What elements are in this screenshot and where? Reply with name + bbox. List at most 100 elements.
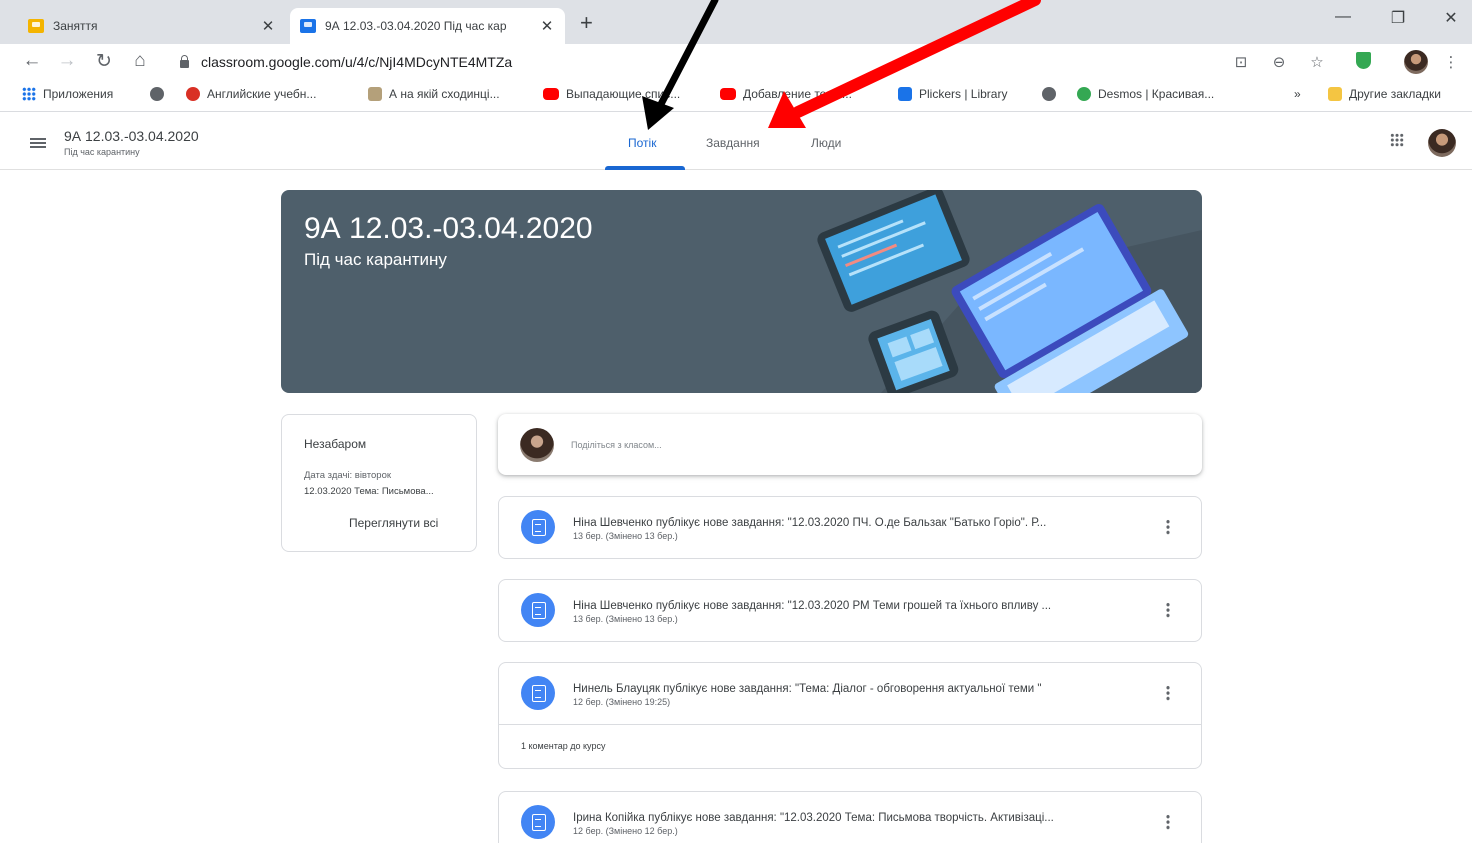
- bookmark-label: Plickers | Library: [919, 87, 1008, 101]
- bookmark-star-icon[interactable]: ☆: [1306, 53, 1328, 71]
- class-banner: 9А 12.03.-03.04.2020 Під час карантину: [281, 190, 1202, 393]
- stream-post[interactable]: Ірина Копійка публікує нове завдання: "1…: [498, 791, 1202, 843]
- bookmark-add-text[interactable]: Добавление текст...: [720, 87, 852, 101]
- post-date: 13 бер. (Змінено 13 бер.): [573, 614, 678, 624]
- bookmarks-overflow-button[interactable]: »: [1294, 87, 1301, 101]
- tab-close-icon[interactable]: ✕: [539, 17, 555, 35]
- assignment-icon: [521, 805, 555, 839]
- close-window-button[interactable]: ✕: [1436, 8, 1466, 28]
- upcoming-due: Дата здачі: вівторок: [304, 470, 392, 481]
- bookmark-globe-2[interactable]: [1042, 87, 1063, 101]
- upcoming-title: Незабаром: [304, 437, 367, 451]
- view-all-link[interactable]: Переглянути всі: [349, 516, 438, 530]
- globe-icon: [150, 87, 164, 101]
- post-title: Ірина Копійка публікує нове завдання: "1…: [573, 812, 1054, 824]
- browser-profile-avatar[interactable]: [1404, 50, 1428, 74]
- forward-arrow-icon[interactable]: →: [55, 50, 79, 72]
- post-title: Нинель Блауцяк публікує нове завдання: "…: [573, 683, 1042, 695]
- classroom-blue-icon: [300, 19, 316, 33]
- more-options-icon[interactable]: [1163, 519, 1173, 535]
- post-date: 12 бер. (Змінено 12 бер.): [573, 826, 678, 836]
- bookmark-label: Английские учебн...: [207, 87, 317, 101]
- url-text: classroom.google.com/u/4/c/NjI4MDcyNTE4M…: [201, 54, 513, 70]
- folder-icon: [1328, 87, 1342, 101]
- new-tab-button[interactable]: +: [580, 10, 593, 36]
- active-tab-indicator: [605, 166, 685, 170]
- post-date: 13 бер. (Змінено 13 бер.): [573, 531, 678, 541]
- browser-tab-class[interactable]: 9А 12.03.-03.04.2020 Під час кар ✕: [290, 8, 565, 44]
- bookmark-plickers[interactable]: Plickers | Library: [898, 87, 1007, 101]
- bookmark-steps[interactable]: А на якій сходинці...: [368, 87, 500, 101]
- bookmark-label: Выпадающие спис...: [566, 87, 681, 101]
- tab-close-icon[interactable]: ✕: [260, 17, 276, 35]
- assignment-icon: [521, 676, 555, 710]
- more-options-icon[interactable]: [1163, 685, 1173, 701]
- class-comments-link[interactable]: 1 коментар до курсу: [499, 724, 1201, 768]
- bookmark-globe[interactable]: [150, 87, 171, 101]
- tab-stream[interactable]: Потік: [628, 136, 656, 150]
- share-placeholder: Поділіться з класом...: [571, 440, 662, 450]
- plickers-icon: [898, 87, 912, 101]
- desmos-icon: [1077, 87, 1091, 101]
- stream-post[interactable]: Ніна Шевченко публікує нове завдання: "1…: [498, 496, 1202, 559]
- post-title: Ніна Шевченко публікує нове завдання: "1…: [573, 517, 1047, 529]
- zoom-icon[interactable]: ⊖: [1268, 53, 1290, 71]
- back-arrow-icon[interactable]: ←: [20, 50, 44, 72]
- bookmark-label: Добавление текст...: [743, 87, 852, 101]
- class-name[interactable]: 9А 12.03.-03.04.2020: [64, 128, 199, 144]
- google-apps-icon[interactable]: [1390, 133, 1404, 147]
- bookmark-dropdown-lists[interactable]: Выпадающие спис...: [543, 87, 680, 101]
- youtube-icon: [543, 88, 559, 100]
- banner-title: 9А 12.03.-03.04.2020: [304, 212, 593, 245]
- globe-icon: [1042, 87, 1056, 101]
- assignment-icon: [521, 593, 555, 627]
- more-options-icon[interactable]: [1163, 602, 1173, 618]
- tab-title: Заняття: [53, 19, 98, 33]
- bookmark-english-books[interactable]: Английские учебн...: [186, 87, 316, 101]
- home-icon[interactable]: ⌂: [128, 50, 152, 72]
- other-bookmarks[interactable]: Другие закладки: [1328, 87, 1441, 101]
- cherry-icon: [186, 87, 200, 101]
- lock-icon: [180, 55, 189, 68]
- bookmark-label: Другие закладки: [1349, 87, 1441, 101]
- tab-title: 9А 12.03.-03.04.2020 Під час кар: [325, 19, 507, 33]
- bookmarks-bar: Приложения Английские учебн... А на якій…: [0, 80, 1472, 112]
- user-avatar: [520, 428, 554, 462]
- banner-subtitle: Під час карантину: [304, 250, 447, 269]
- restore-button[interactable]: ❐: [1383, 8, 1413, 28]
- more-options-icon[interactable]: [1163, 814, 1173, 830]
- upcoming-card: Незабаром Дата здачі: вівторок 12.03.202…: [281, 414, 477, 552]
- upcoming-body[interactable]: Дата здачі: вівторок 12.03.2020 Тема: Пи…: [304, 468, 464, 500]
- stream-post[interactable]: Нинель Блауцяк публікує нове завдання: "…: [498, 662, 1202, 769]
- translate-icon[interactable]: ⊡: [1230, 53, 1252, 71]
- address-bar[interactable]: classroom.google.com/u/4/c/NjI4MDcyNTE4M…: [165, 49, 1265, 75]
- apps-grid-icon: [22, 87, 36, 101]
- bookmark-desmos[interactable]: Desmos | Красивая...: [1077, 87, 1214, 101]
- bookmark-apps[interactable]: Приложения: [22, 87, 113, 101]
- browser-tab-classroom[interactable]: Заняття ✕: [18, 8, 286, 44]
- class-section: Під час карантину: [64, 147, 140, 157]
- shield-extension-icon[interactable]: [1356, 52, 1371, 69]
- post-date: 12 бер. (Змінено 19:25): [573, 697, 671, 707]
- classroom-yellow-icon: [28, 19, 44, 33]
- reload-icon[interactable]: ↻: [92, 50, 116, 73]
- tab-classwork[interactable]: Завдання: [706, 136, 760, 150]
- minimize-button[interactable]: —: [1328, 8, 1358, 26]
- bookmark-icon: [368, 87, 382, 101]
- menu-icon[interactable]: [30, 138, 46, 148]
- bookmark-label: А на якій сходинці...: [389, 87, 500, 101]
- bookmark-label: Приложения: [43, 87, 114, 101]
- stream-post[interactable]: Ніна Шевченко публікує нове завдання: "1…: [498, 579, 1202, 642]
- classroom-header: 9А 12.03.-03.04.2020 Під час карантину П…: [0, 112, 1472, 170]
- upcoming-item: 12.03.2020 Тема: Письмова...: [304, 486, 434, 497]
- browser-toolbar: ← → ↻ ⌂ classroom.google.com/u/4/c/NjI4M…: [0, 44, 1472, 80]
- chrome-menu-icon[interactable]: ⋮: [1440, 53, 1462, 71]
- assignment-icon: [521, 510, 555, 544]
- youtube-icon: [720, 88, 736, 100]
- browser-tabstrip: Заняття ✕ 9А 12.03.-03.04.2020 Під час к…: [0, 0, 1472, 44]
- share-with-class-box[interactable]: Поділіться з класом...: [498, 414, 1202, 475]
- post-title: Ніна Шевченко публікує нове завдання: "1…: [573, 600, 1052, 612]
- tab-people[interactable]: Люди: [811, 136, 841, 150]
- bookmark-label: Desmos | Красивая...: [1098, 87, 1215, 101]
- account-avatar[interactable]: [1428, 129, 1456, 157]
